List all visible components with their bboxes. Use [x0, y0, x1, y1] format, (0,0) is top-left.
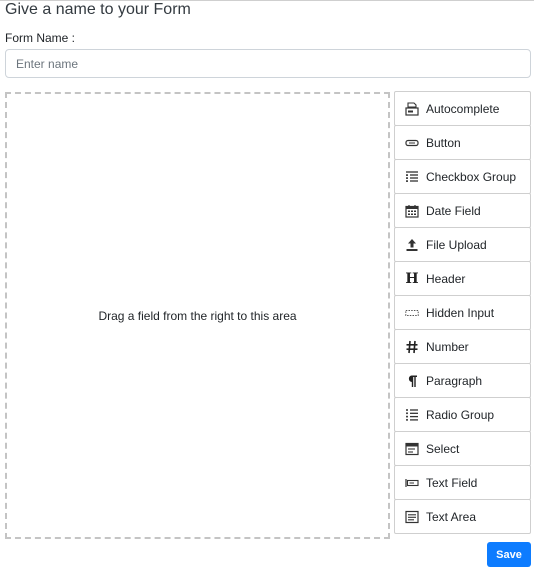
save-button[interactable]: Save	[487, 542, 531, 567]
palette-item-label: Number	[426, 339, 469, 354]
palette-item-label: Text Area	[426, 509, 477, 524]
paragraph-icon	[404, 373, 420, 389]
palette-item-label: Checkbox Group	[426, 169, 517, 184]
palette-item-file-upload[interactable]: File Upload	[394, 227, 531, 262]
hidden-input-icon	[404, 305, 420, 321]
form-drop-area[interactable]: Drag a field from the right to this area	[5, 92, 390, 539]
button-icon	[404, 135, 420, 151]
palette-item-date-field[interactable]: Date Field	[394, 193, 531, 228]
palette-item-label: Header	[426, 271, 466, 286]
palette-item-button[interactable]: Button	[394, 125, 531, 160]
palette-item-hidden-input[interactable]: Hidden Input	[394, 295, 531, 330]
palette-item-checkbox-group[interactable]: Checkbox Group	[394, 159, 531, 194]
hash-icon	[404, 339, 420, 355]
palette-item-header[interactable]: H Header	[394, 261, 531, 296]
header-icon: H	[405, 270, 419, 287]
palette-item-label: Button	[426, 135, 461, 150]
field-palette: Autocomplete Button Checkbox Group Date …	[394, 91, 531, 534]
upload-icon	[404, 237, 420, 253]
calendar-icon	[404, 203, 420, 219]
form-name-label: Form Name :	[5, 31, 76, 45]
select-icon	[404, 441, 420, 457]
palette-item-radio-group[interactable]: Radio Group	[394, 397, 531, 432]
palette-item-paragraph[interactable]: Paragraph	[394, 363, 531, 398]
palette-item-label: Text Field	[426, 475, 478, 490]
drop-area-message: Drag a field from the right to this area	[98, 308, 297, 323]
palette-item-text-area[interactable]: Text Area	[394, 499, 531, 534]
text-area-icon	[404, 509, 420, 525]
palette-item-label: Hidden Input	[426, 305, 495, 320]
palette-item-label: File Upload	[426, 237, 487, 252]
radio-group-icon	[404, 407, 420, 423]
palette-item-label: Date Field	[426, 203, 481, 218]
palette-item-label: Select	[426, 441, 460, 456]
palette-item-label: Radio Group	[426, 407, 495, 422]
palette-item-label: Paragraph	[426, 373, 483, 388]
palette-item-label: Autocomplete	[426, 101, 500, 116]
checkbox-group-icon	[404, 169, 420, 185]
form-name-input[interactable]	[5, 49, 531, 78]
palette-item-number[interactable]: Number	[394, 329, 531, 364]
palette-item-select[interactable]: Select	[394, 431, 531, 466]
autocomplete-icon	[404, 101, 420, 117]
form-title: Give a name to your Form	[5, 1, 191, 18]
palette-item-autocomplete[interactable]: Autocomplete	[394, 91, 531, 126]
text-field-icon	[404, 475, 420, 491]
palette-item-text-field[interactable]: Text Field	[394, 465, 531, 500]
